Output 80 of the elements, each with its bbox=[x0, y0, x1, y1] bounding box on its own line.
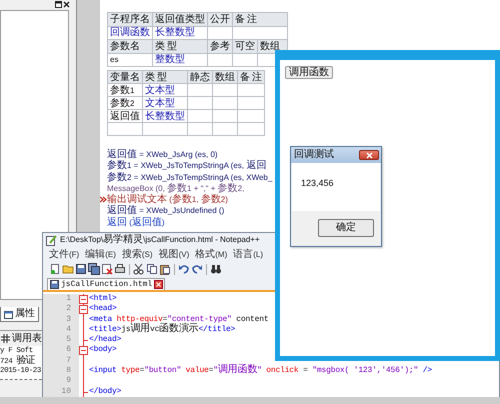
column-header: 返回值类型 bbox=[152, 12, 208, 26]
fold-marker[interactable] bbox=[79, 294, 89, 304]
close-icon[interactable] bbox=[154, 280, 164, 289]
panel-tab[interactable]: 属性 bbox=[0, 307, 39, 322]
dialog-title: 回调测试 bbox=[294, 149, 334, 161]
save-all-icon[interactable] bbox=[88, 263, 100, 275]
column-header: 公开 bbox=[208, 12, 232, 26]
menu-item[interactable]: 编辑(E) bbox=[85, 248, 116, 260]
code-line: 返回值 = XWeb_JsUndefined () bbox=[107, 205, 224, 216]
menu-item[interactable]: 格式(M) bbox=[195, 248, 228, 260]
table-cell: 文本型 bbox=[142, 84, 188, 96]
column-header: 静态 bbox=[188, 70, 212, 84]
line-number: 1 bbox=[43, 294, 79, 304]
close-file-icon[interactable] bbox=[101, 263, 113, 275]
table-cell: 参数2 bbox=[108, 96, 142, 110]
code-line: MessageBox (0, 参数1 + "," + 参数2, bbox=[107, 182, 244, 194]
file-tab[interactable]: jsCallFunction.html bbox=[47, 278, 166, 290]
code-line: 输出调试文本 (参数1, 参数2) bbox=[107, 194, 228, 206]
line-number: 5 bbox=[43, 335, 79, 346]
new-file-icon[interactable] bbox=[49, 263, 61, 275]
menu-item[interactable]: 搜索(S) bbox=[122, 248, 153, 260]
line-number: 6 bbox=[43, 345, 79, 356]
code-line: <title>js调用vc函数演示</title> bbox=[89, 324, 236, 335]
column-header: 类 型 bbox=[142, 70, 188, 84]
line-number: 8 bbox=[43, 366, 79, 376]
code-line: <meta http-equiv="content-type" content bbox=[89, 314, 268, 324]
table-cell: 文本型 bbox=[142, 96, 188, 110]
code-line: <head> bbox=[89, 304, 117, 315]
table-cell: es bbox=[108, 53, 152, 66]
window-icon bbox=[4, 310, 13, 318]
document-pencil-icon bbox=[46, 234, 57, 246]
scissors-icon[interactable] bbox=[133, 263, 145, 275]
window-title: E:\DeskTop\易学精灵\jsCallFunction.html - Notepad++ bbox=[60, 234, 260, 246]
code-line: 参数2 = XWeb_JsToTempStringA (es, XWeb_ bbox=[107, 172, 272, 183]
close-icon bbox=[366, 152, 372, 158]
fold-marker[interactable] bbox=[79, 304, 89, 315]
code-line: </head> bbox=[89, 335, 122, 345]
printer-icon[interactable] bbox=[114, 263, 126, 275]
column-header: 变量名 bbox=[108, 70, 142, 84]
line-number: 4 bbox=[43, 324, 79, 336]
maximize-icon[interactable] bbox=[55, 1, 62, 8]
close-icon[interactable] bbox=[63, 1, 70, 8]
menu-item[interactable]: 文件(F) bbox=[49, 248, 80, 260]
ok-button[interactable]: 确定 bbox=[318, 219, 374, 237]
code-line: <body> bbox=[89, 345, 117, 356]
binoculars-icon[interactable] bbox=[210, 263, 222, 275]
code-line: 参数1 = XWeb_JsToTempStringA (es, 返回 bbox=[107, 160, 266, 172]
column-header: 子程序名 bbox=[108, 12, 152, 26]
table-cell: 整数型 bbox=[152, 53, 208, 66]
column-header: 备 注 bbox=[232, 12, 288, 26]
close-button[interactable] bbox=[359, 150, 379, 160]
redo-icon[interactable] bbox=[191, 263, 203, 275]
code-line: 返回值 = XWeb_JsArg (es, 0) bbox=[107, 149, 218, 160]
code-line: 返回 (返回值) bbox=[107, 216, 165, 228]
column-header: 类 型 bbox=[152, 40, 208, 53]
column-header: 备 注 bbox=[238, 70, 265, 84]
code-line: <input type="button" value="调用函数" onclick = "msgbox( '123','456');" /> bbox=[89, 366, 432, 376]
message-text: 123,456 bbox=[301, 178, 334, 188]
grid-icon bbox=[1, 334, 10, 343]
menu-item[interactable]: 语言(L) bbox=[233, 248, 264, 260]
column-header: 参数名 bbox=[108, 40, 152, 53]
menu-item[interactable]: 视图(V) bbox=[158, 248, 190, 260]
paste-icon[interactable] bbox=[159, 263, 171, 275]
table-cell: 长整数型 bbox=[142, 110, 188, 122]
column-header: 数组 bbox=[212, 70, 238, 84]
table-cell: 参数1 bbox=[108, 84, 142, 96]
line-number: 2 bbox=[43, 304, 79, 315]
panel-tab[interactable]: 调用表 bbox=[12, 332, 42, 344]
save-icon[interactable] bbox=[75, 263, 87, 275]
fold-marker[interactable] bbox=[79, 345, 89, 356]
code-line: <html> bbox=[89, 294, 117, 304]
table-cell: 返回值 bbox=[108, 110, 142, 122]
code-line: </body> bbox=[89, 386, 122, 397]
call-function-button[interactable]: 调用函数 bbox=[285, 66, 333, 79]
line-number: 3 bbox=[43, 314, 79, 325]
line-number: 10 bbox=[43, 386, 79, 397]
line-number: 9 bbox=[43, 376, 79, 387]
copy-icon[interactable] bbox=[146, 263, 158, 275]
line-number: 7 bbox=[43, 356, 79, 366]
undo-icon[interactable] bbox=[178, 263, 190, 275]
